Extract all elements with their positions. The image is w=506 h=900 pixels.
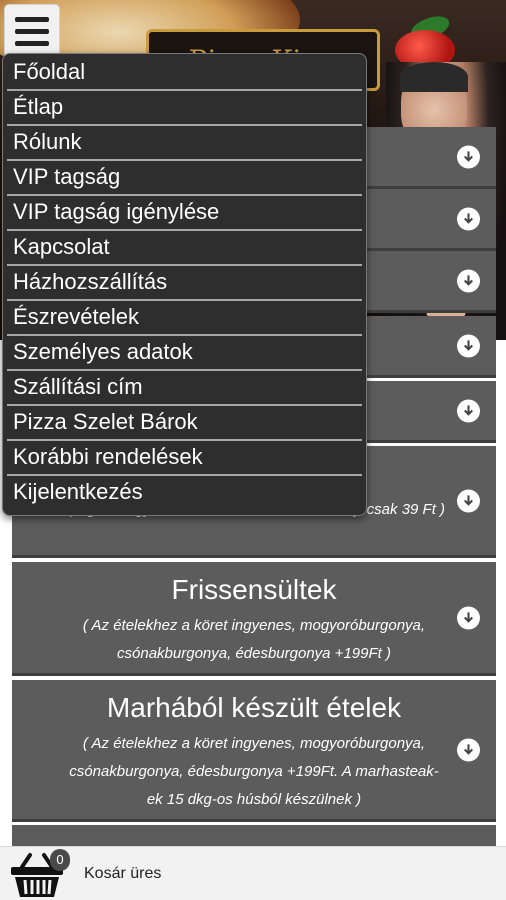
expand-down-icon[interactable] bbox=[457, 334, 480, 357]
menu-item-pizza-szelet-barok[interactable]: Pizza Szelet Bárok bbox=[7, 406, 362, 441]
category-description: ( Az ételekhez a köret ingyenes, mogyoró… bbox=[82, 617, 426, 662]
expand-down-icon[interactable] bbox=[457, 489, 480, 512]
expand-down-icon[interactable] bbox=[457, 606, 480, 629]
menu-item-hazhozszallitas[interactable]: Házhozszállítás bbox=[7, 266, 362, 301]
menu-item-fooldal[interactable]: Főoldal bbox=[7, 56, 362, 91]
menu-item-szemelyes-adatok[interactable]: Személyes adatok bbox=[7, 336, 362, 371]
expand-down-icon[interactable] bbox=[457, 145, 480, 168]
expand-down-icon[interactable] bbox=[457, 269, 480, 292]
hamburger-menu-button[interactable] bbox=[4, 4, 60, 58]
expand-down-icon[interactable] bbox=[457, 738, 480, 761]
cart-bar[interactable]: 0 Kosár üres bbox=[0, 846, 506, 900]
menu-item-szallitasi-cim[interactable]: Szállítási cím bbox=[7, 371, 362, 406]
menu-item-kijelentkezes[interactable]: Kijelentkezés bbox=[7, 476, 362, 511]
cart-count-badge: 0 bbox=[50, 849, 70, 871]
menu-item-kapcsolat[interactable]: Kapcsolat bbox=[7, 231, 362, 266]
menu-item-etlap[interactable]: Étlap bbox=[7, 91, 362, 126]
side-menu: Főoldal Étlap Rólunk VIP tagság VIP tags… bbox=[2, 53, 367, 516]
hamburger-bar bbox=[15, 40, 49, 46]
hamburger-bar bbox=[15, 28, 49, 34]
category-item[interactable]: Frissensültek ( Az ételekhez a köret ing… bbox=[12, 562, 496, 676]
hamburger-bar bbox=[15, 16, 49, 22]
category-title: Frissensültek bbox=[171, 574, 337, 605]
menu-item-rolunk[interactable]: Rólunk bbox=[7, 126, 362, 161]
menu-item-eszrevetelek[interactable]: Észrevételek bbox=[7, 301, 362, 336]
category-title: Marhából készült ételek bbox=[106, 692, 402, 723]
category-description: ( Az ételekhez a köret ingyenes, mogyoró… bbox=[69, 735, 439, 808]
category-item[interactable]: Marhából készült ételek ( Az ételekhez a… bbox=[12, 680, 496, 822]
menu-item-vip-tagsag[interactable]: VIP tagság bbox=[7, 161, 362, 196]
menu-item-vip-igenyles[interactable]: VIP tagság igénylése bbox=[7, 196, 362, 231]
expand-down-icon[interactable] bbox=[457, 207, 480, 230]
expand-down-icon[interactable] bbox=[457, 399, 480, 422]
menu-item-korabbi-rendelesek[interactable]: Korábbi rendelések bbox=[7, 441, 362, 476]
cart-status-label: Kosár üres bbox=[84, 865, 162, 882]
app-screen: Pizza King spagetti vagy fussili tésztáb… bbox=[0, 0, 506, 900]
